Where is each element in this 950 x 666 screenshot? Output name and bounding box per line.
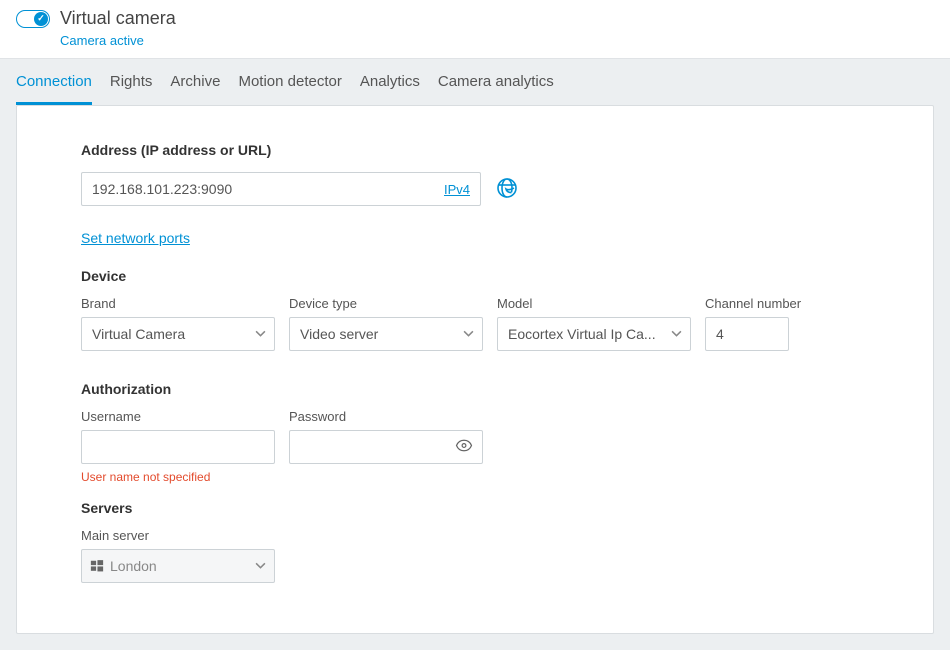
brand-select[interactable]: Virtual Camera (81, 317, 275, 351)
camera-status: Camera active (0, 33, 950, 58)
device-type-value: Video server (300, 326, 378, 342)
device-type-label: Device type (289, 296, 483, 311)
channel-label: Channel number (705, 296, 801, 311)
address-input-wrap: IPv4 (81, 172, 481, 206)
page-header: ✓ Virtual camera (0, 0, 950, 33)
auth-grid: Username User name not specified Passwor… (81, 409, 869, 484)
main-server-value: London (110, 558, 157, 574)
main-server-field: Main server London (81, 528, 869, 583)
open-in-browser-icon[interactable] (495, 176, 519, 203)
channel-field: Channel number (705, 296, 801, 351)
username-field: Username User name not specified (81, 409, 275, 484)
servers-section-title: Servers (81, 500, 869, 516)
password-input[interactable] (289, 430, 483, 464)
password-wrap (289, 430, 483, 464)
main-server-select[interactable]: London (81, 549, 275, 583)
address-row: IPv4 (81, 172, 869, 206)
chevron-down-icon (463, 326, 474, 342)
tab-rights[interactable]: Rights (110, 73, 153, 105)
password-field: Password (289, 409, 483, 484)
page-title: Virtual camera (60, 8, 176, 29)
tab-connection[interactable]: Connection (16, 73, 92, 105)
main-server-label: Main server (81, 528, 869, 543)
camera-enable-toggle[interactable]: ✓ (16, 10, 50, 28)
chevron-down-icon (255, 558, 266, 574)
device-type-select[interactable]: Video server (289, 317, 483, 351)
device-type-field: Device type Video server (289, 296, 483, 351)
username-input[interactable] (81, 430, 275, 464)
windows-icon (90, 559, 104, 573)
chevron-down-icon (671, 326, 682, 342)
check-icon: ✓ (34, 12, 48, 26)
tab-strip: Connection Rights Archive Motion detecto… (0, 58, 950, 105)
chevron-down-icon (255, 326, 266, 342)
tab-motion-detector[interactable]: Motion detector (238, 73, 341, 105)
channel-input[interactable] (705, 317, 789, 351)
device-grid: Brand Virtual Camera Device type Video s… (81, 296, 869, 351)
tab-analytics[interactable]: Analytics (360, 73, 420, 105)
connection-panel: Address (IP address or URL) IPv4 Set net… (16, 105, 934, 634)
username-error: User name not specified (81, 470, 275, 484)
eye-icon[interactable] (455, 437, 473, 458)
panel-background: Address (IP address or URL) IPv4 Set net… (0, 105, 950, 650)
brand-label: Brand (81, 296, 275, 311)
tabs: Connection Rights Archive Motion detecto… (16, 59, 934, 105)
address-input[interactable] (92, 181, 444, 197)
tab-camera-analytics[interactable]: Camera analytics (438, 73, 554, 105)
password-label: Password (289, 409, 483, 424)
address-label: Address (IP address or URL) (81, 142, 869, 158)
brand-value: Virtual Camera (92, 326, 185, 342)
model-field: Model Eocortex Virtual Ip Ca... (497, 296, 691, 351)
model-label: Model (497, 296, 691, 311)
device-section-title: Device (81, 268, 869, 284)
servers-section: Servers Main server London (81, 500, 869, 583)
auth-section-title: Authorization (81, 381, 869, 397)
set-network-ports-link[interactable]: Set network ports (81, 230, 190, 246)
model-select[interactable]: Eocortex Virtual Ip Ca... (497, 317, 691, 351)
tab-archive[interactable]: Archive (170, 73, 220, 105)
ip-mode-link[interactable]: IPv4 (444, 182, 470, 197)
brand-field: Brand Virtual Camera (81, 296, 275, 351)
username-label: Username (81, 409, 275, 424)
model-value: Eocortex Virtual Ip Ca... (508, 326, 656, 342)
